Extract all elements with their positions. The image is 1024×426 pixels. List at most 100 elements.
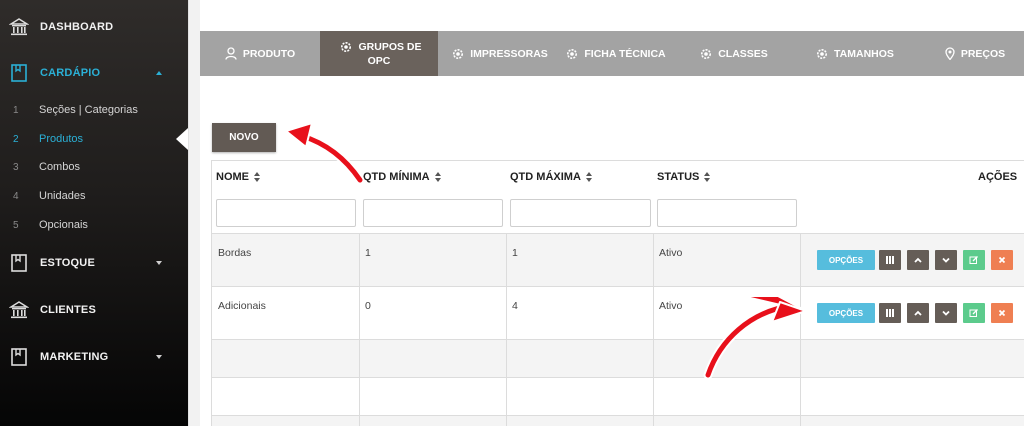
submenu-item-produtos[interactable]: 2 Produtos [0,128,188,150]
filter-qtd-minima-input[interactable] [363,199,503,227]
gear-icon [816,48,828,60]
sort-icon [254,172,261,182]
column-header-qtd-maxima[interactable]: QTD MÁXIMA [510,171,593,183]
cell-nome: Adicionais [218,300,266,312]
tab-tamanhos[interactable]: TAMANHOS [810,31,900,76]
edit-icon [969,309,978,317]
book-icon [8,252,30,274]
column-header-label: AÇÕES [978,171,1018,183]
column-header-label: NOME [216,171,249,183]
new-button[interactable]: NOVO [212,123,276,152]
columns-icon [886,256,894,264]
map-pin-icon [945,47,955,60]
filter-nome-input[interactable] [216,199,356,227]
submenu-item-combos[interactable]: 3 Combos [0,156,188,178]
chevron-up-icon [914,310,922,316]
chevron-up-icon [156,71,162,75]
columns-button[interactable] [879,303,901,323]
sidebar-item-dashboard[interactable]: DASHBOARD [0,12,188,42]
tab-label: TAMANHOS [834,47,894,60]
cell-divider [800,340,801,377]
submenu-label: Unidades [39,190,86,202]
column-header-qtd-minima[interactable]: QTD MÍNIMA [363,171,442,183]
sidebar-item-label: CARDÁPIO [40,67,101,79]
sidebar-item-clientes[interactable]: CLIENTES [0,295,188,325]
submenu-number: 5 [13,219,19,231]
sort-icon [704,172,711,182]
user-icon [225,47,237,60]
submenu-item-unidades[interactable]: 4 Unidades [0,185,188,207]
tab-label: CLASSES [718,47,768,60]
cell-divider [800,287,801,339]
submenu-label: Seções | Categorias [39,104,138,116]
move-down-button[interactable] [935,303,957,323]
edit-icon [969,256,978,264]
tab-produto[interactable]: PRODUTO [214,31,306,76]
tab-label: PRODUTO [242,47,296,60]
book-icon [8,346,30,368]
cell-divider [506,340,507,377]
table-row: Bordas 1 1 Ativo OPÇÕES [212,233,1024,286]
table-row-empty [212,415,1024,426]
tab-label-line2: OPC [367,54,391,67]
cell-qtd-maxima: 4 [512,300,518,312]
cell-status: Ativo [659,247,683,259]
sidebar-item-cardapio[interactable]: CARDÁPIO [0,58,188,88]
sidebar-item-label: ESTOQUE [40,257,95,269]
cell-divider [800,416,801,426]
gear-icon [340,41,352,53]
move-down-button[interactable] [935,250,957,270]
column-header-nome[interactable]: NOME [216,171,261,183]
cell-divider [800,378,801,415]
cell-divider [359,378,360,415]
sidebar-item-label: MARKETING [40,351,109,363]
content-gutter [188,0,200,426]
column-header-label: STATUS [657,171,700,183]
sort-icon [585,172,593,182]
cell-divider [359,416,360,426]
table-row-empty [212,377,1024,415]
sidebar-item-marketing[interactable]: MARKETING [0,342,188,372]
submenu-label: Combos [39,161,80,173]
tab-grupos-de-opc[interactable]: GRUPOS DE OPC [320,31,438,76]
move-up-button[interactable] [907,250,929,270]
close-icon [998,256,1006,264]
table-row-empty [212,339,1024,377]
submenu-item-secoes[interactable]: 1 Seções | Categorias [0,99,188,121]
cell-status: Ativo [659,300,683,312]
edit-button[interactable] [963,250,985,270]
sidebar-item-estoque[interactable]: ESTOQUE [0,248,188,278]
edit-button[interactable] [963,303,985,323]
cell-divider [653,378,654,415]
options-button[interactable]: OPÇÕES [817,303,875,323]
data-table: NOME QTD MÍNIMA QTD MÁXIMA STATUS AÇÕES … [211,160,1024,426]
move-up-button[interactable] [907,303,929,323]
gear-icon [452,48,464,60]
delete-button[interactable] [991,250,1013,270]
chevron-up-icon [914,257,922,263]
tab-ficha-tecnica[interactable]: FICHA TÉCNICA [564,31,668,76]
options-button[interactable]: OPÇÕES [817,250,875,270]
bank-icon [8,299,30,321]
cell-divider [653,287,654,339]
cell-divider [359,287,360,339]
cell-divider [800,234,801,286]
tab-precos[interactable]: PREÇOS [940,31,1010,76]
tab-classes[interactable]: CLASSES [696,31,772,76]
active-item-pointer [176,128,188,150]
filter-qtd-maxima-input[interactable] [510,199,651,227]
column-header-acoes: AÇÕES [978,171,1017,183]
chevron-down-icon [156,261,162,265]
sort-icon [434,172,442,182]
cell-divider [506,416,507,426]
submenu-label: Opcionais [39,219,88,231]
column-header-status[interactable]: STATUS [657,171,711,183]
cell-qtd-maxima: 1 [512,247,518,259]
delete-button[interactable] [991,303,1013,323]
cell-divider [359,234,360,286]
gear-icon [700,48,712,60]
filter-status-input[interactable] [657,199,797,227]
tab-impressoras[interactable]: IMPRESSORAS [450,31,550,76]
submenu-item-opcionais[interactable]: 5 Opcionais [0,214,188,236]
columns-button[interactable] [879,250,901,270]
